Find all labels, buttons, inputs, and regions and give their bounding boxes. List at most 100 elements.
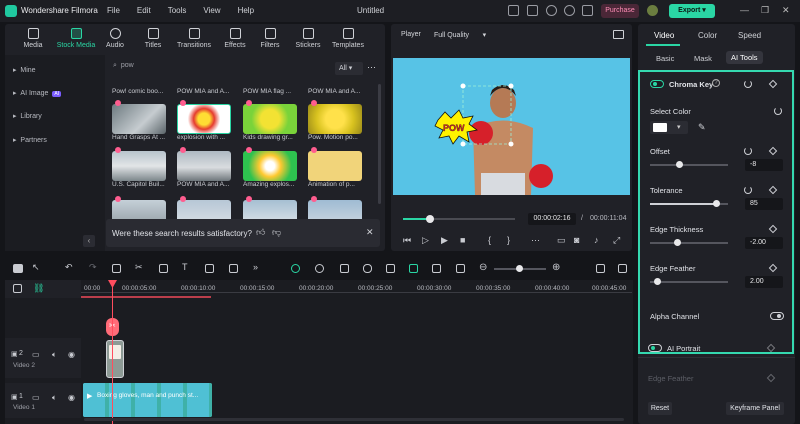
rectangle-icon[interactable] <box>205 264 214 273</box>
reset-icon[interactable] <box>744 80 752 88</box>
cloud-icon[interactable] <box>546 5 557 16</box>
play-loop-icon[interactable]: ▶ <box>441 235 448 246</box>
edge-feather-slider-handle[interactable] <box>654 278 662 285</box>
sidebar-item-library[interactable]: ▸ Library <box>13 112 42 120</box>
export-button[interactable]: Export ▾ <box>669 4 715 18</box>
eye-icon[interactable]: ◉ <box>68 350 75 359</box>
mark-out-icon[interactable]: } <box>507 235 510 245</box>
stock-thumbnail[interactable]: Animation of p... <box>308 147 368 188</box>
volume-icon[interactable]: 🔈︎ <box>52 393 57 403</box>
edge-thickness-value[interactable]: -2.00 <box>745 237 783 249</box>
link-icon[interactable]: ⛓ <box>33 283 44 294</box>
zoom-in-icon[interactable]: ⊕ <box>552 262 560 273</box>
auto-ripple-icon[interactable] <box>291 264 300 273</box>
menu-help[interactable]: Help <box>238 6 254 15</box>
edge-feather-value[interactable]: 2.00 <box>745 276 783 288</box>
playhead[interactable] <box>112 280 113 424</box>
keyframe-icon[interactable] <box>768 185 778 195</box>
select-tool-icon[interactable]: ↖ <box>32 262 41 272</box>
sidebar-item-partners[interactable]: ▸ Partners <box>13 136 47 144</box>
current-time[interactable]: 00:00:02:16 <box>528 213 576 225</box>
keyframe-panel-button[interactable]: Keyframe Panel <box>726 402 784 415</box>
layout-icon[interactable] <box>13 264 23 273</box>
stock-thumbnail[interactable]: U.S. Capitol Buil... <box>112 147 172 188</box>
info-icon[interactable]: ? <box>712 79 720 87</box>
tab-stock-media[interactable]: Stock Media <box>55 28 97 49</box>
filter-select[interactable]: All ▾ <box>335 62 363 75</box>
undo-icon[interactable]: ↶ <box>65 262 74 272</box>
tolerance-slider-handle[interactable] <box>712 200 720 207</box>
video-preview[interactable]: POW <box>393 58 630 195</box>
display-icon[interactable]: ▭ <box>557 235 566 246</box>
add-track-icon[interactable] <box>13 284 22 293</box>
headset-icon[interactable] <box>564 5 575 16</box>
reset-icon[interactable] <box>744 186 752 194</box>
alpha-channel-toggle[interactable] <box>770 312 784 320</box>
collapse-sidebar-button[interactable]: ‹ <box>83 235 95 247</box>
tab-color[interactable]: Color <box>698 31 717 40</box>
stop-icon[interactable]: ■ <box>460 235 465 245</box>
color-select[interactable]: ▾ <box>650 121 688 134</box>
eye-icon[interactable]: ◉ <box>68 393 75 402</box>
tab-video[interactable]: Video <box>654 31 674 40</box>
notification-icon[interactable] <box>582 5 593 16</box>
sidebar-item-mine[interactable]: ▸ Mine <box>13 66 36 74</box>
avatar[interactable] <box>647 5 658 16</box>
play-icon[interactable]: ▷ <box>422 235 429 246</box>
more-tools-icon[interactable]: » <box>253 262 262 272</box>
fullscreen-icon[interactable]: ⤢ <box>613 235 620 246</box>
thumbs-up-icon[interactable]: 👍︎ <box>256 227 265 238</box>
stock-thumbnail[interactable]: POW MIA and A... <box>177 147 237 188</box>
crop-icon[interactable] <box>159 264 168 273</box>
video-clip[interactable]: Boxing gloves, man and punch st... ▶ <box>83 383 212 417</box>
tolerance-value[interactable]: 85 <box>745 198 783 210</box>
tab-speed[interactable]: Speed <box>738 31 761 40</box>
offset-slider[interactable] <box>650 164 728 166</box>
menu-edit[interactable]: Edit <box>137 6 151 15</box>
keyframe-icon[interactable] <box>768 79 778 89</box>
timeline-settings-icon[interactable] <box>618 264 627 273</box>
media-scrollbar[interactable] <box>378 84 381 204</box>
reset-icon[interactable] <box>774 107 782 115</box>
tab-media[interactable]: Media <box>13 28 53 49</box>
folder-icon[interactable]: ▭ <box>32 393 40 402</box>
minimize-icon[interactable]: — <box>740 5 749 15</box>
render-icon[interactable] <box>315 264 324 273</box>
keyframe-icon[interactable] <box>768 263 778 273</box>
stock-thumbnail[interactable]: Hand Grasps At ... <box>112 100 172 141</box>
audio-mix-icon[interactable] <box>386 264 395 273</box>
tab-transitions[interactable]: Transitions <box>171 28 217 49</box>
snapshot-icon[interactable] <box>456 264 465 273</box>
close-icon[interactable]: ✕ <box>782 5 790 16</box>
tab-effects[interactable]: Effects <box>215 28 255 49</box>
menu-view[interactable]: View <box>203 6 220 15</box>
stock-thumbnail[interactable]: Pow. Motion po... <box>308 100 368 141</box>
camera-icon[interactable]: ◙ <box>574 235 579 245</box>
purchase-button[interactable]: Purchase <box>601 4 639 18</box>
text-icon[interactable]: T <box>182 262 191 272</box>
stock-thumbnail[interactable]: Kids drawing gr... <box>243 100 303 141</box>
tab-filters[interactable]: Filters <box>251 28 289 49</box>
monitor-icon[interactable] <box>508 5 519 16</box>
chroma-key-toggle[interactable] <box>650 80 664 88</box>
maximize-icon[interactable]: ❐ <box>761 5 769 16</box>
offset-slider-handle[interactable] <box>676 161 684 168</box>
ai-portrait-toggle[interactable] <box>648 344 662 352</box>
subtab-basic[interactable]: Basic <box>656 54 674 63</box>
microphone-icon[interactable] <box>363 264 372 273</box>
work-area-range[interactable] <box>81 296 211 298</box>
mark-in-icon[interactable]: { <box>488 235 491 245</box>
reset-icon[interactable] <box>744 147 752 155</box>
redo-icon[interactable]: ↷ <box>89 262 98 272</box>
split-icon[interactable]: ✂ <box>135 262 144 272</box>
reset-button[interactable]: Reset <box>648 402 672 415</box>
edge-thickness-slider[interactable] <box>650 242 728 244</box>
grid-icon[interactable] <box>596 264 605 273</box>
timeline-scrollbar[interactable] <box>84 418 624 421</box>
stock-thumbnail[interactable]: Amazing explos... <box>243 147 303 188</box>
progress-handle[interactable] <box>425 215 434 223</box>
menu-file[interactable]: File <box>107 6 120 15</box>
edge-thickness-slider-handle[interactable] <box>673 239 681 246</box>
subtab-mask[interactable]: Mask <box>694 54 712 63</box>
tab-audio[interactable]: Audio <box>97 28 133 49</box>
